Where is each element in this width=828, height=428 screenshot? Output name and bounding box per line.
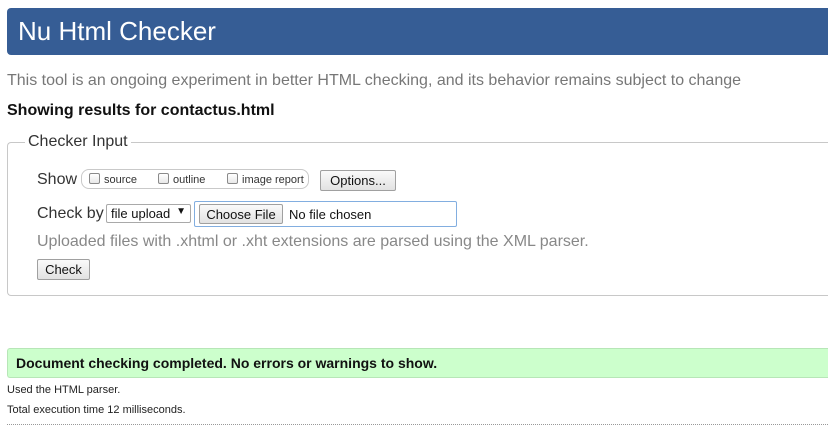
- checker-input-legend: Checker Input: [25, 133, 131, 151]
- dropdown-arrow-icon: ▼: [176, 206, 186, 217]
- page-header: Nu Html Checker: [7, 8, 828, 55]
- options-button[interactable]: Options...: [320, 170, 396, 191]
- tagline: This tool is an ongoing experiment in be…: [7, 72, 742, 89]
- parser-note: Used the HTML parser.: [7, 384, 121, 396]
- success-message-bar: Document checking completed. No errors o…: [7, 348, 828, 378]
- file-input[interactable]: Choose File No file chosen: [194, 201, 457, 227]
- image-report-checkbox-label[interactable]: image report: [242, 174, 304, 186]
- show-label: Show: [37, 171, 78, 188]
- file-status: No file chosen: [289, 207, 372, 222]
- check-by-select[interactable]: file upload ▼: [106, 204, 191, 223]
- outline-checkbox[interactable]: [158, 173, 169, 184]
- show-options-group: source outline image report: [81, 169, 309, 189]
- results-heading: Showing results for contactus.html: [7, 102, 275, 119]
- check-button[interactable]: Check: [37, 259, 90, 280]
- image-report-checkbox[interactable]: [227, 173, 238, 184]
- app-title: Nu Html Checker: [18, 16, 216, 46]
- source-checkbox[interactable]: [89, 173, 100, 184]
- source-checkbox-label[interactable]: source: [104, 174, 137, 186]
- success-message: Document checking completed. No errors o…: [16, 355, 438, 371]
- check-by-label: Check by: [37, 205, 104, 222]
- bottom-divider: [7, 424, 828, 425]
- xml-parser-note: Uploaded files with .xhtml or .xht exten…: [37, 233, 589, 250]
- outline-checkbox-label[interactable]: outline: [173, 174, 205, 186]
- execution-time-note: Total execution time 12 milliseconds.: [7, 404, 186, 416]
- choose-file-button[interactable]: Choose File: [199, 204, 283, 224]
- check-by-selected-value: file upload: [111, 206, 171, 221]
